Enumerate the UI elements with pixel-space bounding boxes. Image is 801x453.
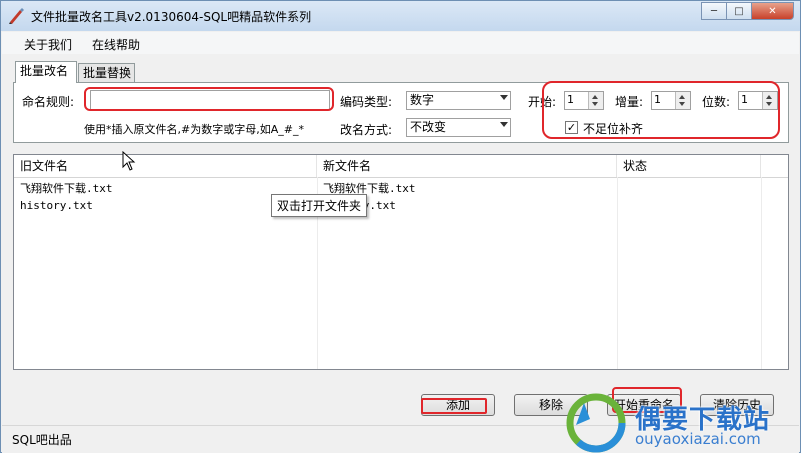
- minimize-button[interactable]: ─: [701, 2, 727, 20]
- file-table[interactable]: 旧文件名 新文件名 状态 飞翔软件下载.txt 飞翔软件下载.txt histo…: [13, 154, 789, 370]
- pen-icon: [9, 8, 24, 24]
- start-label: 开始:: [528, 95, 557, 109]
- title-bar[interactable]: 文件批量改名工具v2.0130604-SQL吧精品软件系列 ─ □ ✕: [1, 1, 800, 31]
- close-icon: ✕: [768, 5, 777, 17]
- old-filename-cell: history.txt: [20, 199, 93, 212]
- increment-value: 1: [654, 93, 661, 106]
- digits-spinner[interactable]: 1: [738, 91, 778, 110]
- status-text: SQL吧出品: [12, 433, 72, 447]
- pad-label: 不足位补齐: [583, 122, 644, 136]
- spin-up-icon[interactable]: [679, 95, 685, 99]
- menu-bar: 关于我们 在线帮助: [2, 32, 799, 54]
- spin-down-icon[interactable]: [766, 102, 772, 106]
- maximize-icon: □: [734, 5, 744, 17]
- maximize-button[interactable]: □: [726, 2, 752, 20]
- rename-mode-label: 改名方式:: [340, 123, 393, 137]
- table-row[interactable]: history.txt history.txt: [14, 198, 788, 214]
- rename-mode-select[interactable]: 不改变: [406, 118, 511, 137]
- old-filename-cell: 飞翔软件下载.txt: [20, 182, 113, 195]
- close-button[interactable]: ✕: [751, 2, 794, 20]
- digits-label: 位数:: [702, 95, 731, 109]
- column-old-name[interactable]: 旧文件名: [14, 155, 317, 177]
- increment-label: 增量:: [615, 95, 644, 109]
- menu-help[interactable]: 在线帮助: [92, 36, 140, 53]
- increment-spinner[interactable]: 1: [651, 91, 691, 110]
- app-window: 文件批量改名工具v2.0130604-SQL吧精品软件系列 ─ □ ✕ 关于我们…: [0, 0, 801, 453]
- rename-mode-value: 不改变: [410, 120, 447, 134]
- spin-up-icon[interactable]: [766, 95, 772, 99]
- chevron-down-icon: [500, 122, 508, 127]
- watermark-logo-icon: [566, 393, 626, 453]
- table-row[interactable]: 飞翔软件下载.txt 飞翔软件下载.txt: [14, 181, 788, 197]
- encoding-select[interactable]: 数字: [406, 91, 511, 110]
- naming-rule-input[interactable]: [90, 90, 330, 110]
- pad-checkbox[interactable]: ✓: [565, 121, 578, 134]
- tab-batch-replace[interactable]: 批量替换: [78, 63, 135, 82]
- spin-up-icon[interactable]: [592, 95, 598, 99]
- encoding-label: 编码类型:: [340, 95, 393, 109]
- column-new-name[interactable]: 新文件名: [317, 155, 617, 177]
- spin-down-icon[interactable]: [679, 102, 685, 106]
- tooltip: 双击打开文件夹: [271, 194, 368, 217]
- start-spinner[interactable]: 1: [564, 91, 604, 110]
- menu-about[interactable]: 关于我们: [24, 36, 72, 53]
- watermark-url: ouyaoxiazai.com: [635, 430, 761, 448]
- minimize-icon: ─: [710, 5, 718, 17]
- spin-down-icon[interactable]: [592, 102, 598, 106]
- naming-rule-label: 命名规则:: [22, 95, 75, 109]
- window-title: 文件批量改名工具v2.0130604-SQL吧精品软件系列: [31, 10, 312, 24]
- start-value: 1: [567, 93, 574, 106]
- add-button[interactable]: 添加: [421, 394, 495, 416]
- chevron-down-icon: [500, 95, 508, 100]
- rename-panel: 命名规则: 编码类型: 数字 开始: 1 增量: 1 位数: 1 使用*插入原文…: [13, 82, 789, 143]
- status-cell: [617, 198, 623, 214]
- status-cell: [617, 181, 623, 197]
- encoding-value: 数字: [410, 93, 435, 107]
- hint-text: 使用*插入原文件名,#为数字或字母,如A_#_*: [84, 123, 304, 136]
- column-status[interactable]: 状态: [617, 155, 761, 177]
- digits-value: 1: [741, 93, 748, 106]
- tab-batch-rename[interactable]: 批量改名: [15, 61, 77, 83]
- mouse-cursor-icon: [122, 151, 136, 171]
